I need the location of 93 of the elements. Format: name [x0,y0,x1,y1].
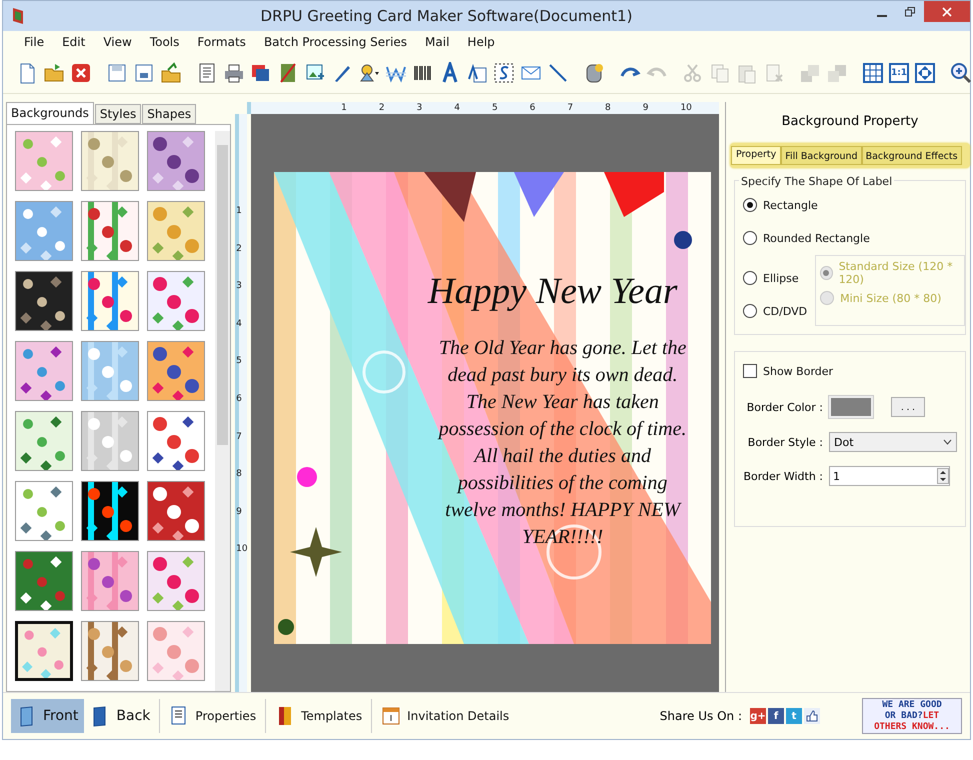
group-legend: Specify The Shape Of Label [739,175,894,188]
ruler-number: 4 [454,104,460,113]
save-as-icon [133,62,155,84]
restore-icon [905,6,915,16]
panel-tab[interactable]: Backgrounds [6,102,94,124]
feedback-badge[interactable]: WE ARE GOOD OR BAD?LET OTHERS KNOW... [862,698,962,734]
minimize-icon [877,14,887,16]
panel-tab[interactable]: Styles [94,104,142,124]
ruler-number: 9 [642,104,648,113]
ruler-number: 6 [530,104,536,113]
panel-title: Background Property [780,113,920,131]
layers-icon [250,62,272,84]
property-tab[interactable]: Fill Background [781,146,862,165]
menu-item[interactable]: View [94,35,141,49]
open-folder-icon [43,62,65,84]
thumbs-up-icon [806,710,818,722]
field-label: Border Style : [746,436,823,448]
color-swatch[interactable] [829,396,873,418]
ruler-number: 1 [236,207,242,216]
send-backward-icon [826,62,848,84]
browse-button[interactable]: . . . [891,397,925,417]
spinner-icon [937,468,949,484]
ruler-number: 4 [236,320,242,329]
line-icon [547,62,569,84]
ruler-number: 9 [236,508,242,517]
ruler-number: 5 [492,104,498,113]
shape-radio[interactable]: Rounded Rectangle [743,227,957,249]
shape-radio[interactable]: Rectangle [743,194,957,216]
copy-icon [709,62,731,84]
card-title[interactable]: Happy New Year [428,270,678,313]
ruler-number: 3 [236,282,242,292]
save-icon [106,62,128,84]
ruler-number: 8 [236,470,242,480]
view-button[interactable]: Invitation Details [375,699,516,733]
ruler-number: 3 [416,104,422,113]
ruler-number: 6 [236,395,242,404]
caret-icon [943,439,952,445]
scissors-icon [682,62,704,84]
ruler-number: 7 [567,104,574,113]
shapes-icon [358,62,380,84]
shape-radio[interactable]: Ellipse [743,267,808,289]
close-icon [942,6,952,16]
ruler-number: 8 [605,104,611,113]
show-border-checkbox[interactable]: Show Border [743,360,957,382]
property-tab[interactable]: Property [731,146,782,165]
menu-item[interactable]: File [15,35,54,49]
word-art-icon [466,62,488,84]
ruler-number: 2 [236,244,242,254]
shape-radio[interactable]: CD/DVD [743,300,808,322]
gplus-button[interactable]: g+ [750,708,766,724]
border-width-field[interactable]: 1 [829,466,950,486]
printer-icon [223,62,245,84]
ruler-number: 2 [378,104,385,113]
scrollbar[interactable] [215,131,230,691]
bring-forward-icon [799,62,821,84]
view-button[interactable]: Front [11,699,84,733]
menu-item[interactable]: Formats [188,35,255,49]
app-logo-icon [11,7,25,25]
window-title: DRPU Greeting Card Maker Software(Document1) [260,7,634,25]
actual-size-button[interactable]: 1:1 [888,60,910,86]
grid-button[interactable] [861,60,885,86]
zoom-in-icon [950,62,972,84]
folder-arrow-icon [160,62,182,84]
close-icon [70,62,92,84]
view-button[interactable]: Properties [163,699,262,733]
property-tab[interactable]: Background Effects [862,146,962,165]
view-button[interactable]: Templates [269,699,368,733]
menu-item[interactable]: Batch Processing Series [254,35,416,49]
zoom-in-button[interactable] [949,60,973,86]
field-label: Border Width : [743,470,823,482]
panel-tab[interactable]: Shapes [142,104,196,124]
ruler-number: 5 [236,357,242,366]
signature-icon [493,62,515,84]
border-style-dropdown[interactable]: Dot [829,432,957,452]
card-message[interactable]: The Old Year has gone. Let the dead past bury its own dead. The New Year has taken possession of the clock of time. All hail the duties and possibilities of the coming twelve months! HAPPY NEW YEAR!!!!! [418,335,686,551]
fit-to-window-icon [914,62,936,84]
share-label: Share Us On : [660,709,742,723]
menu-item[interactable]: Help [458,35,504,49]
close-button[interactable] [924,1,970,22]
grid-icon [862,62,884,84]
like-button[interactable] [804,708,820,724]
view-button[interactable]: Back [84,699,156,733]
ruler-number: 1 [341,104,347,113]
ruler-number: 10 [236,545,248,554]
menu-item[interactable]: Tools [140,35,188,49]
facebook-button[interactable]: f [768,708,784,724]
menu-item[interactable]: Edit [53,35,94,49]
menu-item[interactable]: Mail [416,35,458,49]
field-label: Border Color : [746,400,823,414]
calendar-icon [381,705,402,727]
ruler-number: 10 [680,104,692,113]
fit-to-window-button[interactable] [913,60,937,86]
ruler-number: 7 [236,432,242,442]
